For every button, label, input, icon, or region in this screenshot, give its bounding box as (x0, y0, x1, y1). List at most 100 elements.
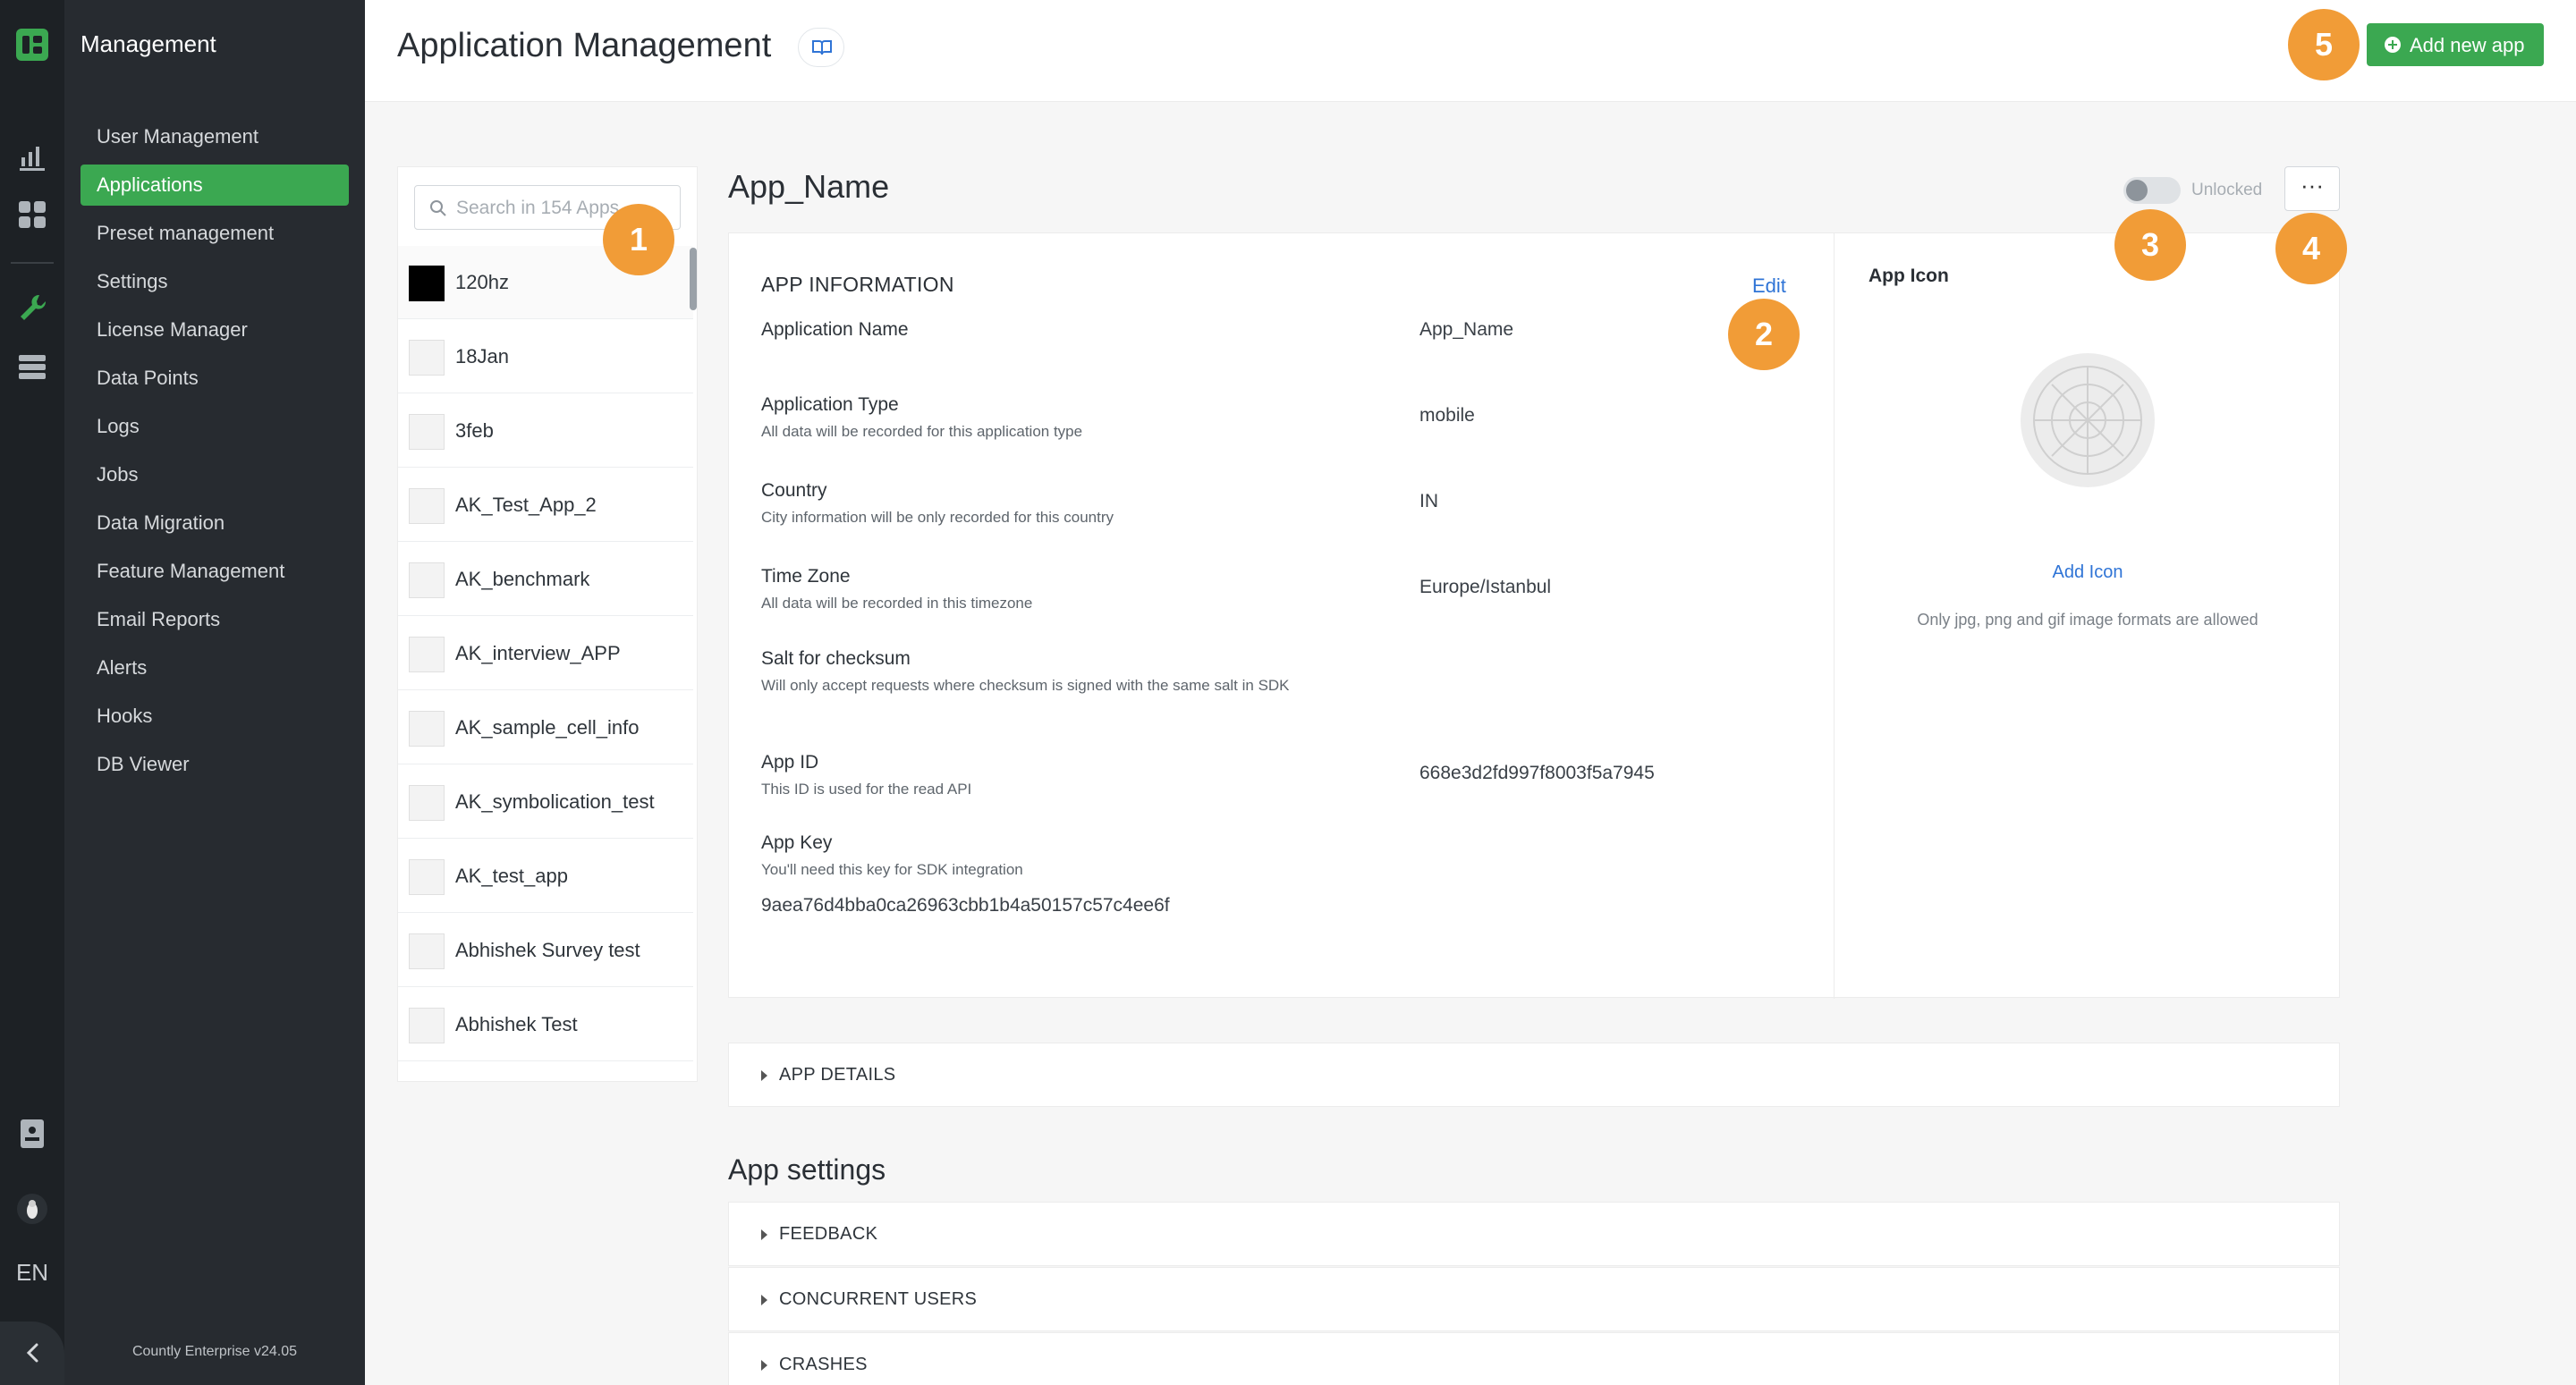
app-list-item[interactable]: AK_interview_APP (398, 617, 693, 690)
field-application-type: Application Type All data will be record… (761, 394, 1369, 442)
collapse-sidebar-button[interactable] (0, 1322, 64, 1385)
app-thumbnail (409, 414, 445, 450)
management-wrench-icon[interactable] (16, 291, 48, 324)
plus-circle-icon (2385, 37, 2401, 53)
language-selector[interactable]: EN (0, 1259, 64, 1287)
sidebar-item-data-points[interactable]: Data Points (80, 358, 349, 399)
sidebar-item-alerts[interactable]: Alerts (80, 647, 349, 688)
app-thumbnail (409, 340, 445, 376)
app-list-item-name: Abhishek Survey test (455, 939, 640, 961)
field-description: All data will be recorded in this timezo… (761, 595, 1033, 612)
app-details-label: APP DETAILS (779, 1065, 896, 1085)
app-icon-title: App Icon (1868, 266, 1949, 286)
sidebar-item-settings[interactable]: Settings (80, 261, 349, 302)
field-application-name: Application Name (761, 319, 1369, 341)
app-list-item[interactable]: AK_sample_cell_info (398, 691, 693, 764)
sidebar-item-data-migration[interactable]: Data Migration (80, 502, 349, 544)
app-thumbnail (409, 859, 445, 895)
countly-logo-icon[interactable] (14, 27, 50, 63)
app-thumbnail (409, 488, 445, 524)
search-icon (430, 200, 446, 216)
app-thumbnail (409, 637, 445, 672)
field-label: App ID (761, 752, 819, 773)
sidebar-item-preset-management[interactable]: Preset management (80, 213, 349, 254)
field-label: Salt for checksum (761, 648, 911, 669)
expand-triangle-icon (761, 1229, 767, 1240)
app-list-panel: Search in 154 Apps 120hz 18Jan 3feb AK_T… (397, 166, 698, 1082)
app-list-item-name: AK_test_app (455, 865, 568, 887)
field-value-time-zone: Europe/Istanbul (1419, 577, 1552, 597)
app-list-item-name: AK_interview_APP (455, 642, 621, 664)
app-list-item[interactable]: 3feb (398, 394, 693, 468)
documentation-button[interactable] (798, 28, 844, 67)
settings-section-crashes[interactable]: CRASHES (728, 1332, 2340, 1385)
field-description: You'll need this key for SDK integration (761, 861, 1023, 878)
app-list-item-name: 120hz (455, 271, 509, 293)
app-list-item[interactable]: AK_Test_App_2 (398, 469, 693, 542)
field-value-app-id: 668e3d2fd997f8003f5a7945 (1419, 763, 1655, 783)
field-salt-for-checksum: Salt for checksum Will only accept reque… (761, 648, 1298, 696)
help-book-icon[interactable] (16, 1118, 48, 1150)
sidebar-item-db-viewer[interactable]: DB Viewer (80, 744, 349, 785)
lock-status-label: Unlocked (2191, 181, 2263, 199)
app-list-scrollbar[interactable] (690, 248, 697, 310)
app-thumbnail (409, 562, 445, 598)
field-label: Country (761, 480, 827, 501)
app-list-item[interactable]: AK_symbolication_test (398, 765, 693, 839)
field-value-application-type: mobile (1419, 405, 1475, 426)
app-list-item-name: AK_symbolication_test (455, 790, 655, 813)
field-app-key: App Key You'll need this key for SDK int… (761, 832, 1369, 880)
search-placeholder: Search in 154 Apps (456, 198, 620, 218)
app-details-section[interactable]: APP DETAILS (728, 1043, 2340, 1107)
dashboard-grid-icon[interactable] (16, 198, 48, 231)
sidebar-item-hooks[interactable]: Hooks (80, 696, 349, 737)
app-thumbnail (409, 711, 445, 747)
app-list-item-name: 3feb (455, 419, 494, 442)
sidebar-item-applications[interactable]: Applications (80, 165, 349, 206)
app-information-card: APP INFORMATION Edit Application Name Ap… (728, 232, 2341, 999)
sidebar-item-feature-management[interactable]: Feature Management (80, 551, 349, 592)
app-list-item[interactable]: Abhishek Survey test (398, 914, 693, 987)
app-list-item[interactable]: 18Jan (398, 320, 693, 393)
settings-section-label: CONCURRENT USERS (779, 1289, 978, 1309)
settings-section-concurrent-users[interactable]: CONCURRENT USERS (728, 1267, 2340, 1331)
field-label: App Key (761, 832, 833, 853)
page-header: Application Management Add new app (365, 0, 2576, 102)
app-thumbnail (409, 933, 445, 969)
callout-3: 3 (2114, 209, 2186, 281)
field-description: Will only accept requests where checksum… (761, 677, 1290, 694)
field-description: This ID is used for the read API (761, 781, 972, 798)
add-icon-link[interactable]: Add Icon (1835, 562, 2341, 583)
app-list-item[interactable]: AK_test_app (398, 840, 693, 913)
user-avatar-icon[interactable] (16, 1193, 48, 1225)
sidebar-nav: User Management Applications Preset mana… (80, 116, 349, 792)
expand-triangle-icon (761, 1295, 767, 1305)
callout-4: 4 (2275, 213, 2347, 284)
app-list-item[interactable]: Abhishek Test (398, 988, 693, 1061)
sidebar-item-logs[interactable]: Logs (80, 406, 349, 447)
sidebar-item-license-manager[interactable]: License Manager (80, 309, 349, 350)
app-thumbnail (409, 785, 445, 821)
app-list-item-name: AK_Test_App_2 (455, 494, 597, 516)
open-book-icon (812, 40, 832, 55)
edit-link[interactable]: Edit (1752, 274, 1786, 298)
settings-section-feedback[interactable]: FEEDBACK (728, 1202, 2340, 1266)
more-options-button[interactable]: ··· (2284, 166, 2340, 211)
sidebar-item-jobs[interactable]: Jobs (80, 454, 349, 495)
add-new-app-label: Add new app (2410, 34, 2525, 56)
sidebar-item-user-management[interactable]: User Management (80, 116, 349, 157)
field-description: City information will be only recorded f… (761, 509, 1114, 526)
app-thumbnail (409, 266, 445, 301)
app-list-item-name: AK_sample_cell_info (455, 716, 640, 739)
app-list-item[interactable]: AK_benchmark (398, 543, 693, 616)
analytics-chart-icon[interactable] (16, 141, 48, 173)
app-information-title: APP INFORMATION (761, 273, 954, 296)
app-list-item-name: Abhishek Test (455, 1013, 578, 1035)
add-new-app-button[interactable]: Add new app (2367, 23, 2544, 66)
field-value-app-key: 9aea76d4bba0ca26963cbb1b4a50157c57c4ee6f (761, 895, 1170, 916)
database-icon[interactable] (16, 350, 48, 383)
lock-toggle[interactable] (2123, 177, 2181, 204)
settings-section-label: CRASHES (779, 1355, 868, 1374)
selected-app-title: App_Name (728, 168, 890, 205)
sidebar-item-email-reports[interactable]: Email Reports (80, 599, 349, 640)
